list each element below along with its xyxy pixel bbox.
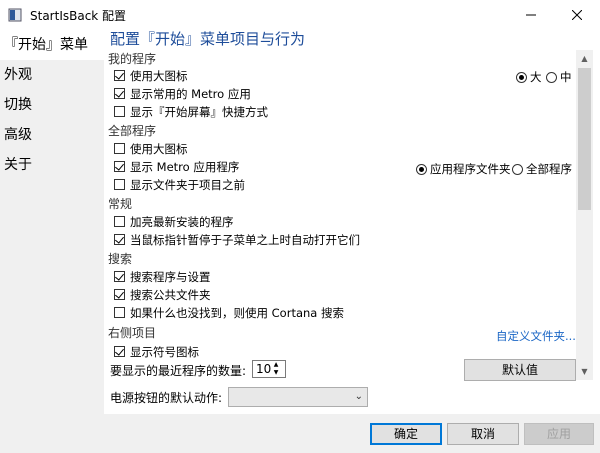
sidebar-item-switch[interactable]: 切换 [0,90,104,120]
spin-down-icon[interactable]: ▼ [270,369,282,377]
sidebar-item-appearance[interactable]: 外观 [0,60,104,90]
section-search: 搜索 [108,252,133,266]
scroll-thumb[interactable] [578,68,591,210]
checkbox[interactable] [114,106,125,117]
close-icon [572,10,582,20]
checkbox[interactable] [114,88,125,99]
option-use-large-icons[interactable]: 使用大图标 [114,67,188,84]
app-icon [8,8,22,22]
chevron-down-icon: ⌄ [354,391,363,402]
option-auto-open-submenu[interactable]: 当鼠标指针暂停于子菜单之上时自动打开它们 [114,231,360,248]
checkbox[interactable] [114,161,125,172]
checkbox[interactable] [114,143,125,154]
checkbox[interactable] [114,70,125,81]
checkbox[interactable] [114,271,125,282]
close-button[interactable] [554,0,600,30]
scroll-down-icon[interactable]: ▼ [576,363,593,380]
cancel-button[interactable]: 取消 [447,423,519,445]
section-right-items: 右侧项目 [108,326,157,340]
radio-large[interactable]: 大 [516,69,542,85]
minimize-button[interactable] [508,0,554,30]
sidebar: 『开始』菜单 外观 切换 高级 关于 [0,30,104,453]
option-all-use-large-icons[interactable]: 使用大图标 [114,140,188,157]
default-value-button[interactable]: 默认值 [464,359,576,381]
option-cortana-search[interactable]: 如果什么也没找到，则使用 Cortana 搜索 [114,304,344,321]
power-button-select[interactable]: ⌄ [228,387,368,407]
option-search-public-folders[interactable]: 搜索公共文件夹 [114,286,211,303]
option-search-programs-settings[interactable]: 搜索程序与设置 [114,268,211,285]
checkbox[interactable] [114,289,125,300]
apply-button[interactable]: 应用 [524,423,594,445]
checkbox[interactable] [114,179,125,190]
page-title: 配置『开始』菜单项目与行为 [110,30,306,48]
recent-count-label: 要显示的最近程序的数量: [110,364,247,378]
option-show-common-metro[interactable]: 显示常用的 Metro 应用 [114,85,251,102]
dialog-footer: 确定 取消 应用 [0,414,600,453]
main-panel: 配置『开始』菜单项目与行为 我的程序 使用大图标 大 中 显示常用的 Metro… [104,30,600,453]
radio-all-programs[interactable]: 全部程序 [512,161,572,177]
sidebar-item-advanced[interactable]: 高级 [0,120,104,150]
minimize-icon [526,14,536,16]
sidebar-item-start-menu[interactable]: 『开始』菜单 [0,30,104,60]
section-my-programs: 我的程序 [108,52,157,66]
radio-medium[interactable]: 中 [546,69,572,85]
radio-app-folder[interactable]: 应用程序文件夹 [416,161,511,177]
checkbox[interactable] [114,307,125,318]
spin-up-icon[interactable]: ▲ [270,361,282,369]
checkbox[interactable] [114,216,125,227]
section-all-programs: 全部程序 [108,124,157,138]
option-show-start-screen-shortcut[interactable]: 显示『开始屏幕』快捷方式 [114,103,268,120]
window-title: StartIsBack 配置 [30,9,127,23]
power-button-label: 电源按钮的默认动作: [110,391,223,405]
scroll-up-icon[interactable]: ▲ [576,50,593,67]
sidebar-item-about[interactable]: 关于 [0,150,104,180]
checkbox[interactable] [114,346,125,357]
options-scroll-area[interactable]: 我的程序 使用大图标 大 中 显示常用的 Metro 应用 显示『开始屏幕』快捷… [104,50,584,380]
title-bar: StartIsBack 配置 [0,0,600,30]
checkbox[interactable] [114,234,125,245]
option-show-metro-apps[interactable]: 显示 Metro 应用程序 [114,158,239,175]
option-right-partial[interactable]: 显示符号图标 [114,343,199,360]
vertical-scrollbar[interactable]: ▲ ▼ [576,50,593,380]
section-general: 常规 [108,197,133,211]
ok-button[interactable]: 确定 [370,423,442,445]
option-show-folders-first[interactable]: 显示文件夹于项目之前 [114,176,245,193]
option-highlight-new[interactable]: 加亮最新安装的程序 [114,213,234,230]
customize-folders-link[interactable]: 自定义文件夹... [496,328,576,344]
